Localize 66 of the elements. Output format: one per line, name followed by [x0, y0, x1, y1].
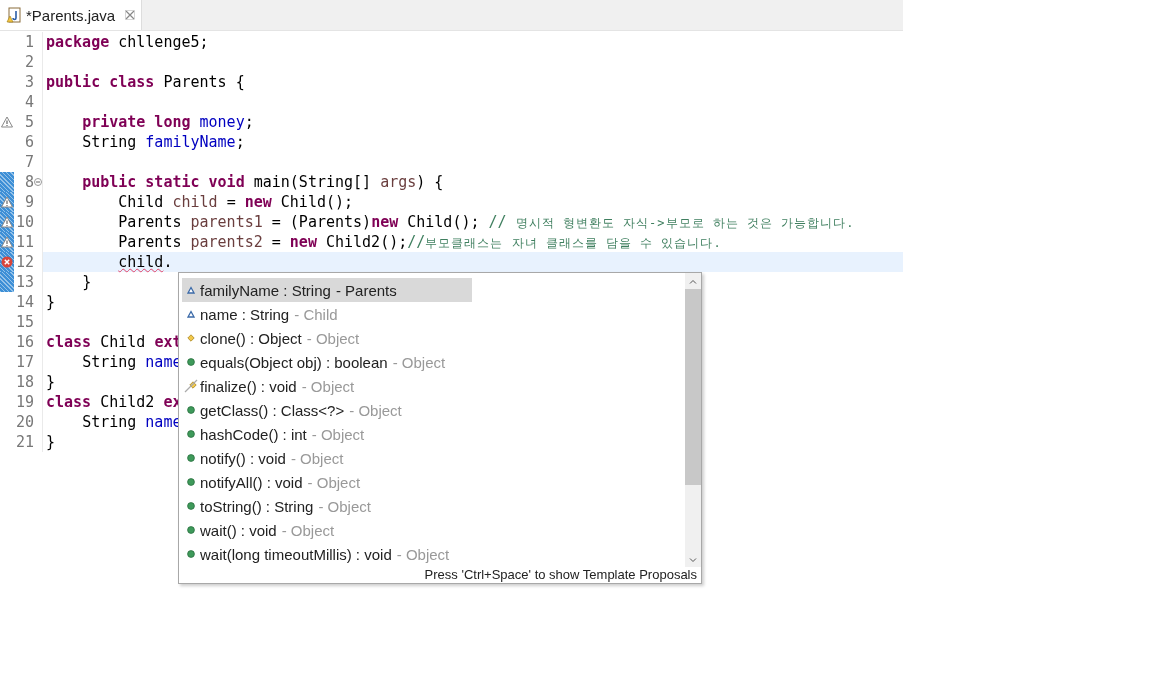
code-line: }	[46, 433, 56, 451]
line-number: 1	[23, 32, 34, 52]
line-number: 2	[23, 52, 34, 72]
dot-icon	[187, 502, 195, 510]
dot-icon	[187, 526, 195, 534]
line-number: 6	[23, 132, 34, 152]
dot-icon	[187, 478, 195, 486]
completion-item[interactable]: notifyAll() : void - Object	[182, 470, 472, 494]
dot-icon	[187, 550, 195, 558]
line-number: 20	[14, 412, 34, 432]
line-number: 4	[23, 92, 34, 112]
scrollbar[interactable]	[685, 273, 701, 567]
line-number: 7	[23, 152, 34, 172]
code-line: package chllenge5;	[46, 33, 209, 51]
line-number: 8	[23, 172, 34, 192]
collapse-icon[interactable]	[34, 178, 42, 186]
line-number: 11	[14, 232, 34, 252]
close-icon[interactable]	[125, 10, 136, 20]
line-number: 18	[14, 372, 34, 392]
line-number: 13	[14, 272, 34, 292]
hint-text: Press 'Ctrl+Space' to show Template Proposals	[423, 567, 698, 583]
code-line: }	[46, 373, 56, 391]
line-number: 3	[23, 72, 34, 92]
code-line: }	[46, 293, 56, 311]
code-line: Parents parents1 = (Parents)new Child(); // 명시적 형변환도 자식->부모로 하는 것은 가능합니다.	[117, 212, 855, 232]
scroll-up-icon	[689, 279, 697, 284]
line-number: 14	[14, 292, 34, 312]
dot-icon	[187, 358, 195, 366]
dot-icon	[187, 454, 195, 462]
code-line: String familyName;	[81, 133, 245, 151]
code-line: }	[81, 273, 92, 291]
code-line: Parents parents2 = new Child2();//부모클래스는 자녀 클래스를 담을 수 있습니다.	[117, 232, 722, 252]
line-number: 10	[14, 212, 34, 232]
slashed-diamond-icon	[184, 379, 198, 393]
completion-item[interactable]: equals(Object obj) : boolean - Object	[182, 350, 472, 374]
line-number: 17	[14, 352, 34, 372]
completion-item[interactable]: getClass() : Class<?> - Object	[182, 398, 472, 422]
line-number: 5	[23, 112, 34, 132]
triangle-icon	[187, 310, 195, 318]
completion-item[interactable]: name : String - Child	[182, 302, 472, 326]
line-number: 12	[14, 252, 34, 272]
diamond-icon	[187, 334, 195, 342]
editor-tab[interactable]: *Parents.java	[0, 0, 143, 30]
code-line: Child child = new Child();	[117, 193, 354, 211]
line-number: 15	[14, 312, 34, 332]
code-line: public class Parents {	[46, 73, 245, 91]
scrollbar-thumb[interactable]	[685, 289, 701, 485]
completion-item[interactable]: familyName : String - Parents	[182, 278, 472, 302]
code-line: child.	[117, 253, 173, 271]
line-number: 19	[14, 392, 34, 412]
completion-item[interactable]: wait() : void - Object	[182, 518, 472, 542]
line-number: 9	[23, 192, 34, 212]
line-number: 16	[14, 332, 34, 352]
completion-item[interactable]: finalize() : void - Object	[182, 374, 472, 398]
completion-item[interactable]: toString() : String - Object	[182, 494, 472, 518]
dot-icon	[187, 406, 195, 414]
dot-icon	[187, 430, 195, 438]
completion-item[interactable]: wait(long timeoutMillis) : void - Object	[182, 542, 472, 566]
completion-item[interactable]: clone() : Object - Object	[182, 326, 472, 350]
code-line: public static void main(String[] args) {	[81, 173, 444, 191]
triangle-icon	[187, 286, 195, 294]
code-line: private long money;	[81, 113, 254, 131]
scroll-down-icon	[689, 558, 697, 563]
completion-item[interactable]: notify() : void - Object	[182, 446, 472, 470]
line-number: 21	[14, 432, 34, 452]
completion-item[interactable]: hashCode() : int - Object	[182, 422, 472, 446]
